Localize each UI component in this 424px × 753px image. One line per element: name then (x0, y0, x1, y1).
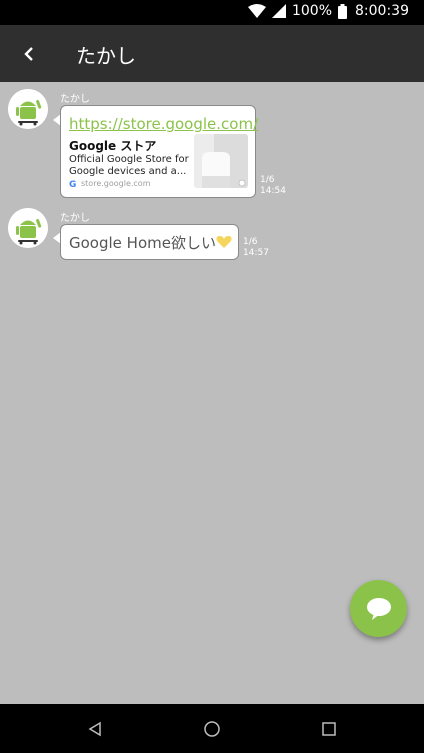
back-arrow-icon (24, 47, 33, 61)
home-icon (204, 721, 220, 737)
nav-recents-button[interactable] (316, 716, 342, 742)
navigation-bar (0, 704, 424, 753)
message-meta: 1/6 14:54 (260, 175, 286, 197)
status-bar: 100% 8:00:39 (0, 0, 424, 25)
avatar[interactable] (8, 208, 48, 248)
nav-home-button[interactable] (199, 716, 225, 742)
avatar[interactable] (8, 89, 48, 129)
google-icon: G (69, 180, 77, 190)
battery-icon (338, 3, 348, 19)
signal-icon (271, 4, 286, 18)
message-link[interactable]: https://store.google.com/ (69, 115, 258, 133)
sender-name: たかし (60, 94, 90, 105)
chat-icon (366, 597, 391, 620)
compose-button[interactable] (350, 580, 407, 637)
link-card-description: Official Google Store for Google devices… (69, 154, 189, 177)
back-icon (88, 721, 101, 737)
message-text: Google Home欲しい (69, 232, 232, 253)
app-bar: たかし (0, 25, 424, 82)
yellow-heart-emoji-icon (216, 236, 232, 248)
back-button[interactable] (14, 39, 44, 69)
message-text-content: Google Home欲しい (69, 234, 216, 252)
link-card-domain: store.google.com (81, 179, 151, 188)
read-count: 1/6 (260, 175, 275, 185)
chat-title: たかし (76, 44, 136, 68)
read-count: 1/6 (243, 237, 258, 247)
message-meta: 1/6 14:57 (243, 237, 269, 259)
message-time: 14:57 (243, 248, 269, 258)
android-icon (8, 208, 48, 248)
battery-percent: 100% (291, 3, 333, 19)
link-card-title: Google ストア (69, 139, 157, 153)
link-card-thumbnail (194, 134, 248, 188)
sender-name: たかし (60, 213, 90, 224)
nav-back-button[interactable] (82, 716, 108, 742)
message-time: 14:54 (260, 186, 286, 196)
recents-icon (322, 722, 336, 736)
wifi-icon (247, 4, 266, 18)
android-icon (8, 89, 48, 129)
status-time: 8:00:39 (355, 3, 409, 19)
link-preview-bubble[interactable]: https://store.google.com/ Google ストア Off… (60, 105, 258, 198)
text-message-bubble[interactable]: Google Home欲しい (60, 224, 239, 260)
google-home-image (194, 134, 248, 188)
